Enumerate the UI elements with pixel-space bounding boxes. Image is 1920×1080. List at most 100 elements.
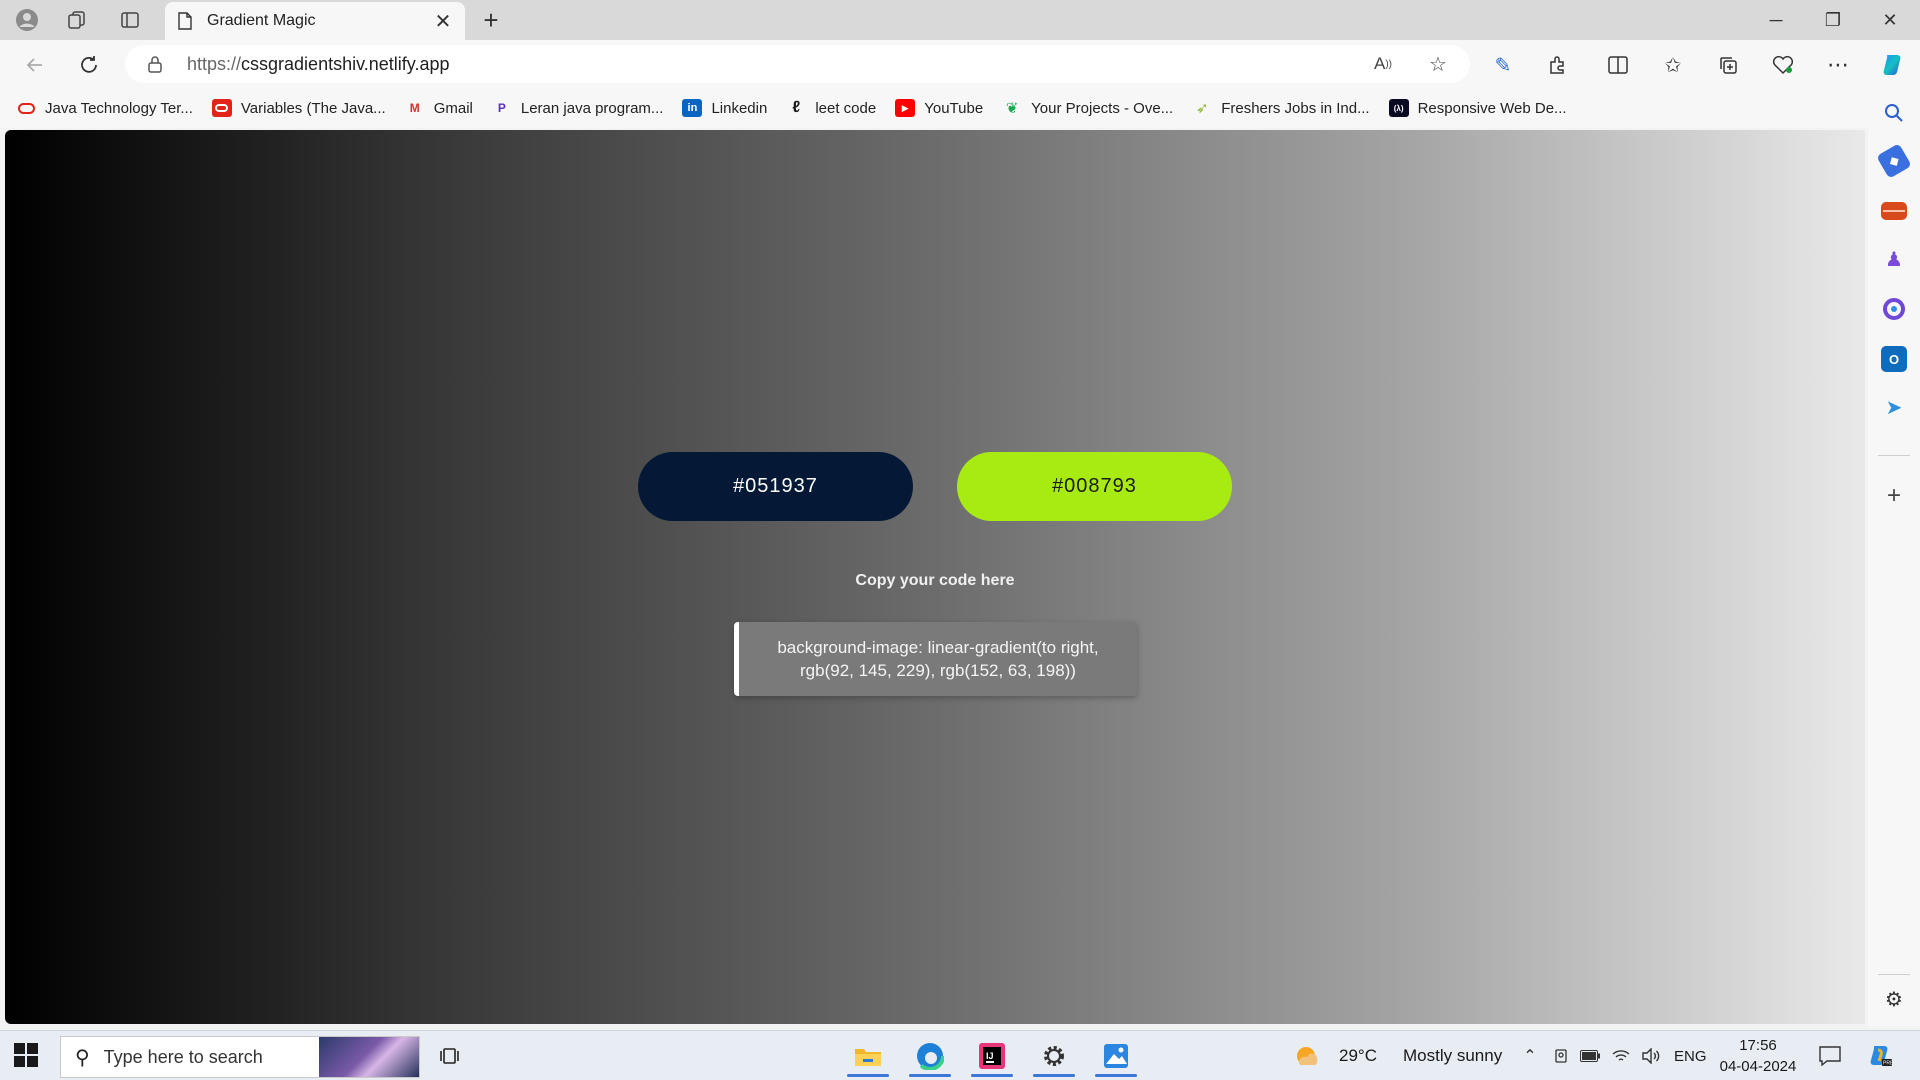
svg-text:PRE: PRE: [1883, 1061, 1893, 1067]
address-bar[interactable]: https://cssgradientshiv.netlify.app A)) …: [125, 45, 1470, 83]
programiz-icon: P: [497, 101, 506, 115]
color-one-button[interactable]: #051937: [638, 452, 913, 521]
page-icon: [177, 11, 193, 31]
more-options-icon[interactable]: ⋯: [1820, 48, 1856, 82]
favorite-variables[interactable]: Variables (The Java...: [211, 99, 386, 117]
add-sidebar-app-icon[interactable]: +: [1881, 482, 1907, 509]
tab-strip: Gradient Magic ✕ + ─ ❐ ✕: [0, 0, 1920, 40]
oracle-icon: [16, 99, 36, 117]
meet-now-icon[interactable]: [1551, 1046, 1571, 1066]
workspaces-icon[interactable]: [62, 6, 92, 34]
favorites-icon[interactable]: ✩: [1655, 48, 1691, 82]
code-line-1: background-image: linear-gradient(to rig…: [777, 638, 1099, 657]
favorite-responsive-web[interactable]: (λ) Responsive Web De...: [1388, 99, 1567, 117]
mongodb-icon: ❦: [1005, 100, 1019, 117]
weather-description[interactable]: Mostly sunny: [1403, 1031, 1502, 1080]
sidebar-divider: [1878, 455, 1910, 456]
favorite-linkedin[interactable]: in Linkedin: [682, 99, 767, 117]
search-highlight-image: [319, 1037, 419, 1077]
show-hidden-icons-chevron-up-icon[interactable]: ⌃: [1520, 1046, 1540, 1066]
settings-icon[interactable]: [1029, 1035, 1079, 1077]
collections-icon[interactable]: [1710, 48, 1746, 82]
taskbar-clock[interactable]: 17:56 04-04-2024: [1702, 1035, 1814, 1077]
outlook-icon[interactable]: O: [1881, 346, 1907, 372]
favorite-leet-code[interactable]: ℓ leet code: [786, 99, 876, 117]
windows-taskbar: ⚲ Type here to search IJ 29°C Mostly sun…: [0, 1030, 1920, 1080]
favorite-freshers-jobs[interactable]: ➶ Freshers Jobs in Ind...: [1192, 99, 1370, 118]
gradient-code-box[interactable]: background-image: linear-gradient(to rig…: [734, 622, 1137, 696]
url-host: cssgradientshiv.netlify.app: [241, 53, 450, 74]
microsoft-365-icon[interactable]: [1881, 296, 1907, 322]
search-icon[interactable]: [1881, 100, 1907, 126]
lock-icon[interactable]: [145, 54, 165, 74]
edge-sidebar: ◆ ♟ O ➤ + ⚙: [1868, 88, 1920, 1026]
read-aloud-icon[interactable]: A)): [1365, 45, 1401, 83]
browser-essentials-icon[interactable]: [1765, 48, 1801, 82]
freecodecamp-icon: (λ): [1388, 99, 1409, 117]
favorite-label: YouTube: [924, 99, 984, 117]
tab-close-icon[interactable]: ✕: [433, 9, 453, 34]
tab-gradient-magic[interactable]: Gradient Magic ✕: [165, 2, 465, 40]
photos-app-icon[interactable]: [1091, 1035, 1141, 1077]
svg-text:IJ: IJ: [986, 1051, 994, 1061]
favorite-youtube[interactable]: ▶ YouTube: [895, 99, 983, 117]
volume-icon[interactable]: [1641, 1046, 1661, 1066]
extensions-icon[interactable]: [1540, 48, 1576, 82]
edge-browser-icon[interactable]: [905, 1035, 955, 1077]
leetcode-icon: ℓ: [792, 99, 801, 116]
tab-title: Gradient Magic: [207, 12, 316, 29]
minimize-button[interactable]: ─: [1748, 0, 1804, 40]
task-view-icon[interactable]: [425, 1035, 475, 1077]
telegram-send-icon[interactable]: ➤: [1881, 394, 1907, 420]
notifications-icon[interactable]: [1818, 1044, 1842, 1068]
copilot-preview-icon[interactable]: PRE: [1866, 1043, 1894, 1069]
taskbar-search-box[interactable]: ⚲ Type here to search: [60, 1036, 420, 1078]
shopping-tag-icon[interactable]: ◆: [1876, 143, 1912, 179]
file-explorer-icon[interactable]: [843, 1035, 893, 1077]
restore-button[interactable]: ❐: [1805, 0, 1861, 40]
weather-sun-icon[interactable]: [1288, 1035, 1324, 1077]
gmail-icon: M: [409, 101, 420, 115]
close-window-button[interactable]: ✕: [1862, 0, 1918, 40]
favorite-label: Linkedin: [711, 99, 768, 117]
clock-time: 17:56: [1739, 1037, 1777, 1054]
weather-temperature[interactable]: 29°C: [1339, 1031, 1377, 1080]
copilot-pen-icon[interactable]: ✎: [1485, 48, 1521, 82]
favorites-bar: Java Technology Ter... Variables (The Ja…: [0, 88, 1880, 128]
favorite-label: Leran java program...: [520, 99, 664, 117]
sidebar-settings-icon[interactable]: ⚙: [1881, 986, 1907, 1012]
profile-icon[interactable]: [12, 6, 42, 34]
oracle-icon: [211, 99, 232, 117]
youtube-icon: ▶: [895, 99, 916, 117]
favorite-star-icon[interactable]: ☆: [1420, 45, 1456, 83]
back-button[interactable]: [18, 48, 52, 82]
search-icon: ⚲: [75, 1046, 90, 1069]
intellij-idea-icon[interactable]: IJ: [967, 1035, 1017, 1077]
games-icon[interactable]: ♟: [1881, 246, 1907, 272]
favorite-your-projects[interactable]: ❦ Your Projects - Ove...: [1002, 99, 1174, 118]
search-placeholder: Type here to search: [103, 1046, 263, 1067]
linkedin-icon: in: [682, 99, 703, 117]
refresh-button[interactable]: [72, 48, 106, 82]
page-viewport: #051937 #008793 Copy your code here back…: [5, 130, 1865, 1024]
favorite-leran-java[interactable]: P Leran java program...: [492, 99, 664, 117]
sidebar-divider: [1878, 974, 1910, 975]
wifi-icon[interactable]: [1611, 1046, 1631, 1066]
new-tab-button[interactable]: +: [475, 4, 507, 36]
tab-actions-icon[interactable]: [115, 6, 145, 34]
address-row: https://cssgradientshiv.netlify.app A)) …: [0, 40, 1920, 88]
favorite-gmail[interactable]: M Gmail: [405, 99, 473, 117]
copy-code-label: Copy your code here: [855, 572, 1015, 589]
split-screen-icon[interactable]: [1600, 48, 1636, 82]
url-text: https://cssgradientshiv.netlify.app: [187, 54, 449, 75]
favorite-label: Your Projects - Ove...: [1031, 99, 1174, 117]
clock-date: 04-04-2024: [1719, 1058, 1797, 1075]
battery-icon[interactable]: [1580, 1046, 1600, 1066]
tools-briefcase-icon[interactable]: [1881, 202, 1907, 220]
favorite-label: leet code: [815, 99, 877, 117]
favorite-java-technology[interactable]: Java Technology Ter...: [16, 99, 193, 117]
favorite-label: Responsive Web De...: [1417, 99, 1567, 117]
color-two-button[interactable]: #008793: [957, 452, 1232, 521]
windows-start-icon[interactable]: [14, 1043, 38, 1067]
copilot-icon[interactable]: [1874, 48, 1910, 82]
